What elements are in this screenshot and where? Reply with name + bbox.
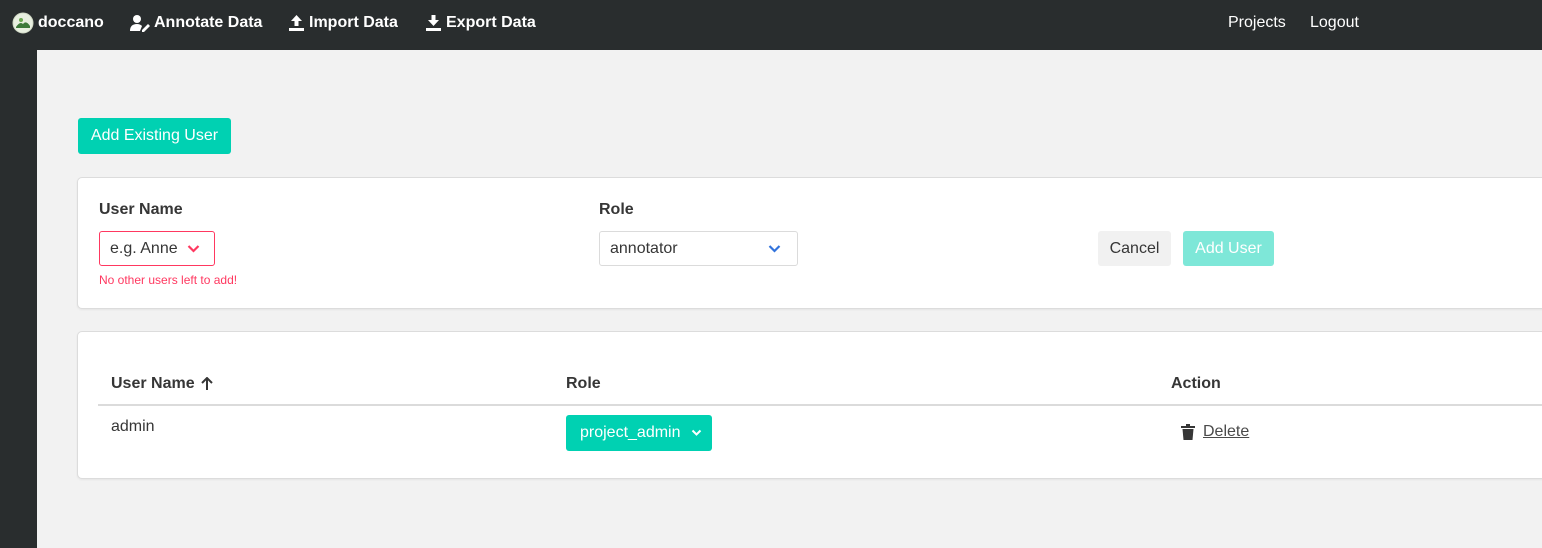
nav-projects[interactable]: Projects xyxy=(1228,0,1286,46)
doccano-logo-icon xyxy=(12,12,34,34)
trash-icon xyxy=(1181,424,1195,440)
nav-export-data[interactable]: Export Data xyxy=(425,0,536,46)
left-sidebar xyxy=(0,50,37,548)
username-placeholder: e.g. Anne xyxy=(110,239,178,257)
role-select-value: annotator xyxy=(610,239,678,257)
header-divider xyxy=(98,404,1542,406)
nav-logout[interactable]: Logout xyxy=(1310,0,1359,46)
delete-label: Delete xyxy=(1203,423,1250,440)
cancel-button[interactable]: Cancel xyxy=(1098,231,1171,266)
username-label: User Name xyxy=(99,201,183,218)
role-label: Role xyxy=(599,201,634,218)
column-header-username[interactable]: User Name xyxy=(111,375,213,393)
delete-member-link[interactable]: Delete xyxy=(1181,423,1249,441)
nav-import-data[interactable]: Import Data xyxy=(288,0,398,46)
username-error-help: No other users left to add! xyxy=(99,273,238,287)
add-existing-user-button[interactable]: Add Existing User xyxy=(78,118,231,154)
brand-link[interactable]: doccano xyxy=(12,0,104,46)
nav-annotate-label: Annotate Data xyxy=(154,14,263,31)
member-username-cell: admin xyxy=(111,418,155,435)
add-user-form-card: User Name e.g. Anne No other users left … xyxy=(77,177,1542,309)
nav-export-label: Export Data xyxy=(446,14,536,31)
column-header-role: Role xyxy=(566,375,601,392)
member-role-dropdown[interactable]: project_admin xyxy=(566,415,712,451)
brand-name: doccano xyxy=(38,14,104,31)
chevron-down-icon xyxy=(691,429,702,437)
sort-arrow-up-icon xyxy=(200,377,213,391)
chevron-down-icon xyxy=(187,244,200,253)
user-edit-icon xyxy=(130,14,150,32)
chevron-down-icon xyxy=(768,244,781,253)
nav-annotate-data[interactable]: Annotate Data xyxy=(130,0,262,46)
role-select[interactable]: annotator xyxy=(599,231,798,266)
username-select[interactable]: e.g. Anne xyxy=(99,231,215,266)
top-navbar: doccano Annotate Data Import Data Export… xyxy=(0,0,1542,50)
members-table-card: User Name Role Action admin project_admi… xyxy=(77,331,1542,479)
column-header-action: Action xyxy=(1171,375,1221,392)
upload-icon xyxy=(288,14,305,32)
download-icon xyxy=(425,14,442,32)
member-role-value: project_admin xyxy=(580,424,681,441)
nav-import-label: Import Data xyxy=(309,14,398,31)
add-user-button[interactable]: Add User xyxy=(1183,231,1274,266)
